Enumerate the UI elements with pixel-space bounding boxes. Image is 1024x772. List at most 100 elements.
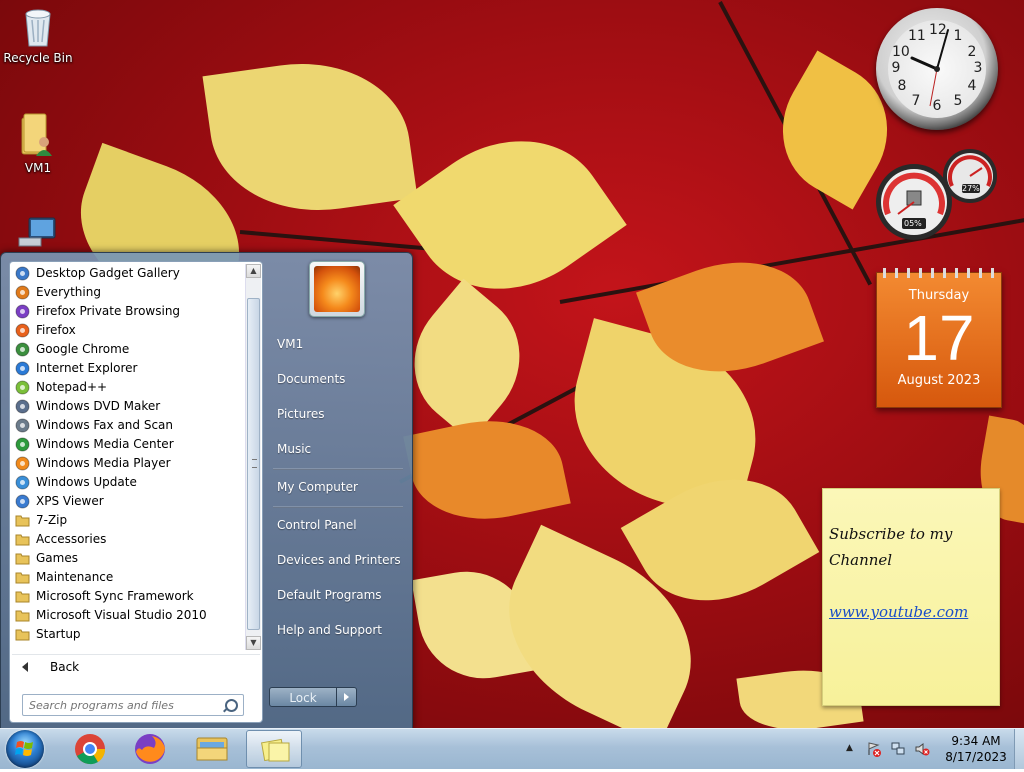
program-label: Windows Fax and Scan: [36, 418, 174, 432]
taskbar-chrome-button[interactable]: [62, 730, 118, 768]
right-item-documents[interactable]: Documents: [277, 372, 345, 386]
program-item[interactable]: Google Chrome: [12, 340, 244, 359]
notification-area: ▲ 9:34 AM 8/17/2023: [840, 729, 1024, 769]
folder-icon: [15, 589, 30, 604]
everything-search-icon: [15, 285, 30, 300]
folder-icon: [196, 737, 228, 761]
program-label: Microsoft Sync Framework: [36, 589, 194, 603]
programs-scrollbar[interactable]: ▲ ▼: [245, 264, 261, 650]
program-label: Everything: [36, 285, 101, 299]
back-button[interactable]: Back: [12, 654, 260, 679]
program-label: Desktop Gadget Gallery: [36, 266, 180, 280]
scrollbar-thumb[interactable]: [247, 298, 260, 630]
program-item[interactable]: Windows DVD Maker: [12, 397, 244, 416]
right-item-devices-printers[interactable]: Devices and Printers: [277, 553, 401, 567]
back-label: Back: [50, 660, 80, 674]
program-label: 7-Zip: [36, 513, 68, 527]
start-button[interactable]: [6, 730, 44, 768]
folder-icon: [15, 627, 30, 642]
start-menu-programs-pane: Desktop Gadget Gallery Everything Firefox …: [9, 261, 263, 723]
memory-percent: 27%: [962, 184, 980, 193]
right-item-vm1[interactable]: VM1: [277, 337, 303, 351]
recycle-bin-icon: [22, 6, 54, 48]
calendar-gadget[interactable]: Thursday 17 August 2023: [876, 268, 1002, 408]
firefox-icon: [135, 734, 165, 764]
program-item[interactable]: Firefox Private Browsing: [12, 302, 244, 321]
sticky-note[interactable]: Subscribe to my Channel www.youtube.com: [822, 488, 1000, 706]
program-item[interactable]: Windows Update: [12, 473, 244, 492]
scroll-up-arrow-icon[interactable]: ▲: [246, 264, 261, 278]
start-menu: Desktop Gadget Gallery Everything Firefox …: [0, 252, 413, 730]
search-icon[interactable]: [225, 699, 238, 712]
sticky-note-line1: Subscribe to my: [829, 525, 953, 543]
program-item[interactable]: Notepad++: [12, 378, 244, 397]
sticky-notes-icon: [261, 738, 290, 762]
program-label: Microsoft Visual Studio 2010: [36, 608, 207, 622]
xps-viewer-icon: [15, 494, 30, 509]
chrome-icon: [75, 734, 106, 765]
vm1-desktop-icon[interactable]: VM1: [0, 112, 76, 175]
right-item-control-panel[interactable]: Control Panel: [277, 518, 357, 532]
search-box[interactable]: [22, 694, 244, 716]
network-icon[interactable]: [890, 741, 906, 757]
taskbar-sticky-notes-button[interactable]: [246, 730, 302, 768]
cpu-percent: 05%: [904, 219, 922, 228]
folder-icon: [15, 570, 30, 585]
right-item-help-support[interactable]: Help and Support: [277, 623, 382, 637]
chrome-icon: [15, 342, 30, 357]
program-item[interactable]: Internet Explorer: [12, 359, 244, 378]
program-label: Windows DVD Maker: [36, 399, 161, 413]
program-item[interactable]: Maintenance: [12, 568, 244, 587]
program-label: Startup: [36, 627, 81, 641]
program-item[interactable]: Desktop Gadget Gallery: [12, 264, 244, 283]
taskbar-firefox-button[interactable]: [122, 730, 178, 768]
right-item-my-computer[interactable]: My Computer: [277, 480, 358, 494]
recycle-bin-desktop-icon[interactable]: Recycle Bin: [0, 6, 76, 65]
lock-button[interactable]: Lock: [269, 687, 337, 707]
program-item[interactable]: Accessories: [12, 530, 244, 549]
sticky-note-link[interactable]: www.youtube.com: [829, 603, 968, 621]
right-item-pictures[interactable]: Pictures: [277, 407, 325, 421]
firefox-icon: [15, 323, 30, 338]
folder-icon: [15, 551, 30, 566]
windows-logo-icon: [15, 741, 33, 756]
calendar-weekday: Thursday: [908, 288, 970, 303]
cpu-meter-gadget[interactable]: 05% 27%: [876, 148, 998, 240]
shutdown-options-arrow-icon[interactable]: [337, 687, 357, 707]
windows-update-icon: [15, 475, 30, 490]
right-item-default-programs[interactable]: Default Programs: [277, 588, 382, 602]
program-item[interactable]: Games: [12, 549, 244, 568]
taskbar-explorer-button[interactable]: [184, 730, 240, 768]
program-item[interactable]: XPS Viewer: [12, 492, 244, 511]
calendar-month: August 2023: [897, 373, 981, 388]
clock-gadget[interactable]: 12 1 2 3 4 5 6 7 8 9 10 11: [876, 8, 998, 130]
computer-desktop-icon[interactable]: [0, 216, 76, 255]
program-label: Firefox Private Browsing: [36, 304, 181, 318]
program-item[interactable]: Startup: [12, 625, 244, 644]
program-item[interactable]: Windows Media Player: [12, 454, 244, 473]
volume-muted-icon[interactable]: [914, 741, 930, 757]
program-label: Maintenance: [36, 570, 114, 584]
program-item[interactable]: Microsoft Visual Studio 2010: [12, 606, 244, 625]
show-hidden-icons-arrow-icon[interactable]: ▲: [846, 743, 853, 753]
program-item[interactable]: Windows Fax and Scan: [12, 416, 244, 435]
back-arrow-icon: [22, 662, 28, 672]
user-picture[interactable]: [309, 261, 365, 317]
taskbar-clock[interactable]: 9:34 AM 8/17/2023: [944, 733, 1008, 765]
program-item[interactable]: Windows Media Center: [12, 435, 244, 454]
dvd-maker-icon: [15, 399, 30, 414]
clock-face: 12 1 2 3 4 5 6 7 8 9 10 11: [888, 20, 986, 118]
program-item[interactable]: 7-Zip: [12, 511, 244, 530]
program-item[interactable]: Firefox: [12, 321, 244, 340]
firefox-private-icon: [15, 304, 30, 319]
search-input[interactable]: [23, 695, 221, 715]
program-item[interactable]: Everything: [12, 283, 244, 302]
right-item-music[interactable]: Music: [277, 442, 311, 456]
program-label: Google Chrome: [36, 342, 130, 356]
show-desktop-button[interactable]: [1014, 729, 1024, 769]
action-center-flag-icon[interactable]: [866, 741, 882, 757]
program-item[interactable]: Microsoft Sync Framework: [12, 587, 244, 606]
scroll-down-arrow-icon[interactable]: ▼: [246, 636, 261, 650]
recycle-bin-label: Recycle Bin: [3, 51, 73, 65]
fax-scan-icon: [15, 418, 30, 433]
